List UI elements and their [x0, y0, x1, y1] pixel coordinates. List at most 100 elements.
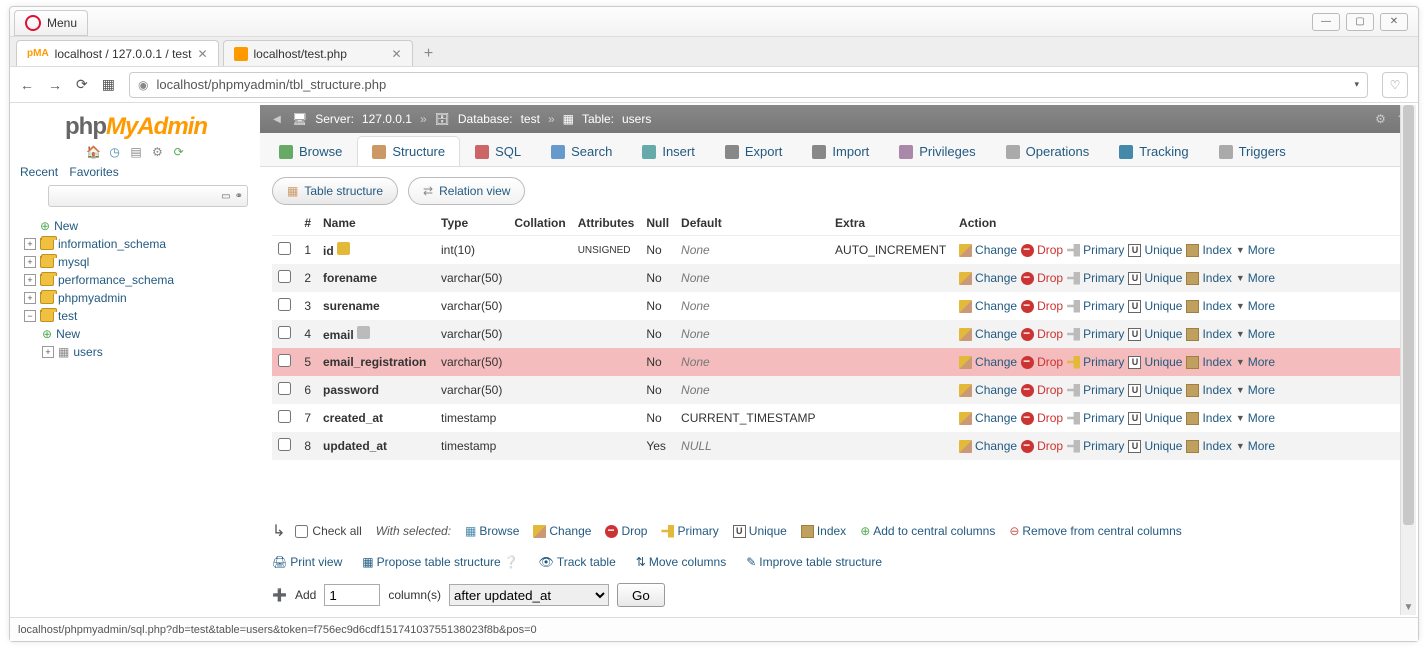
browser-tab-0[interactable]: pMA localhost / 127.0.0.1 / test ✕: [16, 40, 219, 66]
logout-icon[interactable]: ◷: [108, 145, 122, 159]
favorites-link[interactable]: Favorites: [69, 165, 118, 179]
change-link[interactable]: Change: [959, 271, 1017, 285]
vertical-scrollbar[interactable]: ▼: [1400, 105, 1416, 615]
maximize-button[interactable]: ▢: [1346, 13, 1374, 31]
unique-link[interactable]: UUnique: [1128, 271, 1182, 285]
expand-icon[interactable]: +: [24, 274, 36, 286]
row-checkbox[interactable]: [278, 438, 291, 451]
ws-remove-central[interactable]: ⊖Remove from central columns: [1009, 524, 1181, 538]
subtab-table-structure[interactable]: ▦ Table structure: [272, 177, 398, 205]
tab-privileges[interactable]: Privileges: [884, 136, 990, 166]
index-link[interactable]: Index: [1186, 383, 1231, 397]
ws-add-central[interactable]: ⊕Add to central columns: [860, 524, 995, 538]
expand-icon[interactable]: +: [24, 256, 36, 268]
more-link[interactable]: ▼More: [1236, 299, 1275, 313]
index-link[interactable]: Index: [1186, 299, 1231, 313]
primary-link[interactable]: Primary: [1067, 243, 1124, 257]
track-table[interactable]: 👁 Track table: [539, 555, 616, 569]
drop-link[interactable]: Drop: [1021, 271, 1063, 285]
row-checkbox[interactable]: [278, 410, 291, 423]
tree-db-information_schema[interactable]: +information_schema: [20, 235, 252, 253]
drop-link[interactable]: Drop: [1021, 299, 1063, 313]
tree-table-users[interactable]: + ▦ users: [20, 343, 252, 361]
close-button[interactable]: ✕: [1380, 13, 1408, 31]
unique-link[interactable]: UUnique: [1128, 327, 1182, 341]
add-count-input[interactable]: [324, 584, 380, 606]
gear-icon[interactable]: ⚙: [1375, 112, 1386, 126]
more-link[interactable]: ▼More: [1236, 411, 1275, 425]
reload-icon[interactable]: ⟳: [76, 76, 88, 93]
drop-link[interactable]: Drop: [1021, 327, 1063, 341]
row-checkbox[interactable]: [278, 382, 291, 395]
print-view[interactable]: 🖨 Print view: [272, 555, 342, 569]
ws-change[interactable]: Change: [533, 524, 591, 538]
more-link[interactable]: ▼More: [1236, 271, 1275, 285]
drop-link[interactable]: Drop: [1021, 355, 1063, 369]
tree-db-performance_schema[interactable]: +performance_schema: [20, 271, 252, 289]
more-link[interactable]: ▼More: [1236, 355, 1275, 369]
ws-browse[interactable]: ▦Browse: [465, 524, 519, 538]
expand-icon[interactable]: +: [24, 238, 36, 250]
expand-icon[interactable]: +: [42, 346, 54, 358]
unique-link[interactable]: UUnique: [1128, 411, 1182, 425]
ws-primary[interactable]: Primary: [661, 524, 718, 538]
unique-link[interactable]: UUnique: [1128, 299, 1182, 313]
tab-triggers[interactable]: Triggers: [1204, 136, 1301, 166]
index-link[interactable]: Index: [1186, 439, 1231, 453]
primary-link[interactable]: Primary: [1067, 411, 1124, 425]
db-quick-select[interactable]: ▭ ⚭: [48, 185, 248, 207]
more-link[interactable]: ▼More: [1236, 243, 1275, 257]
tab-browse[interactable]: Browse: [264, 136, 357, 166]
back-icon[interactable]: ←: [20, 77, 34, 93]
subtab-relation-view[interactable]: ⇄ Relation view: [408, 177, 525, 205]
unique-link[interactable]: UUnique: [1128, 243, 1182, 257]
breadcrumb-server[interactable]: 127.0.0.1: [362, 112, 412, 126]
more-link[interactable]: ▼More: [1236, 383, 1275, 397]
ws-unique[interactable]: UUnique: [733, 524, 787, 538]
tree-db-phpmyadmin[interactable]: +phpmyadmin: [20, 289, 252, 307]
tree-new[interactable]: ⊕ New: [20, 217, 252, 235]
browser-tab-1[interactable]: localhost/test.php ✕: [223, 40, 413, 66]
row-checkbox[interactable]: [278, 242, 291, 255]
change-link[interactable]: Change: [959, 411, 1017, 425]
tab-search[interactable]: Search: [536, 136, 627, 166]
more-link[interactable]: ▼More: [1236, 327, 1275, 341]
add-position-select[interactable]: after updated_at: [449, 584, 609, 606]
scrollbar-thumb[interactable]: [1403, 105, 1414, 525]
settings-icon[interactable]: ⚙: [150, 145, 164, 159]
minimize-button[interactable]: —: [1312, 13, 1340, 31]
primary-link[interactable]: Primary: [1067, 383, 1124, 397]
index-link[interactable]: Index: [1186, 271, 1231, 285]
drop-link[interactable]: Drop: [1021, 243, 1063, 257]
reload-icon[interactable]: ⟳: [172, 145, 186, 159]
primary-link[interactable]: Primary: [1067, 327, 1124, 341]
tab-import[interactable]: Import: [797, 136, 884, 166]
primary-link[interactable]: Primary: [1067, 439, 1124, 453]
index-link[interactable]: Index: [1186, 411, 1231, 425]
tab-close-icon[interactable]: ✕: [197, 47, 207, 61]
more-link[interactable]: ▼More: [1236, 439, 1275, 453]
go-button[interactable]: Go: [617, 583, 665, 607]
unique-link[interactable]: UUnique: [1128, 439, 1182, 453]
bookmark-button[interactable]: ♡: [1382, 72, 1408, 98]
tab-operations[interactable]: Operations: [991, 136, 1105, 166]
row-checkbox[interactable]: [278, 298, 291, 311]
ws-drop[interactable]: Drop: [605, 524, 647, 538]
panel-collapse-icon[interactable]: ◀: [270, 112, 284, 126]
scroll-down-icon[interactable]: ▼: [1401, 599, 1416, 615]
tab-close-icon[interactable]: ✕: [391, 47, 401, 61]
speed-dial-icon[interactable]: ▦: [102, 76, 115, 93]
change-link[interactable]: Change: [959, 243, 1017, 257]
improve-structure[interactable]: ✎ Improve table structure: [746, 555, 882, 569]
expand-icon[interactable]: +: [24, 292, 36, 304]
url-input[interactable]: [156, 77, 1346, 92]
row-checkbox[interactable]: [278, 354, 291, 367]
tab-structure[interactable]: Structure: [357, 136, 460, 166]
dropdown-icon[interactable]: ▾: [1354, 79, 1359, 90]
recent-link[interactable]: Recent: [20, 165, 58, 179]
check-all[interactable]: Check all: [295, 524, 361, 538]
row-checkbox[interactable]: [278, 270, 291, 283]
index-link[interactable]: Index: [1186, 327, 1231, 341]
drop-link[interactable]: Drop: [1021, 411, 1063, 425]
index-link[interactable]: Index: [1186, 243, 1231, 257]
